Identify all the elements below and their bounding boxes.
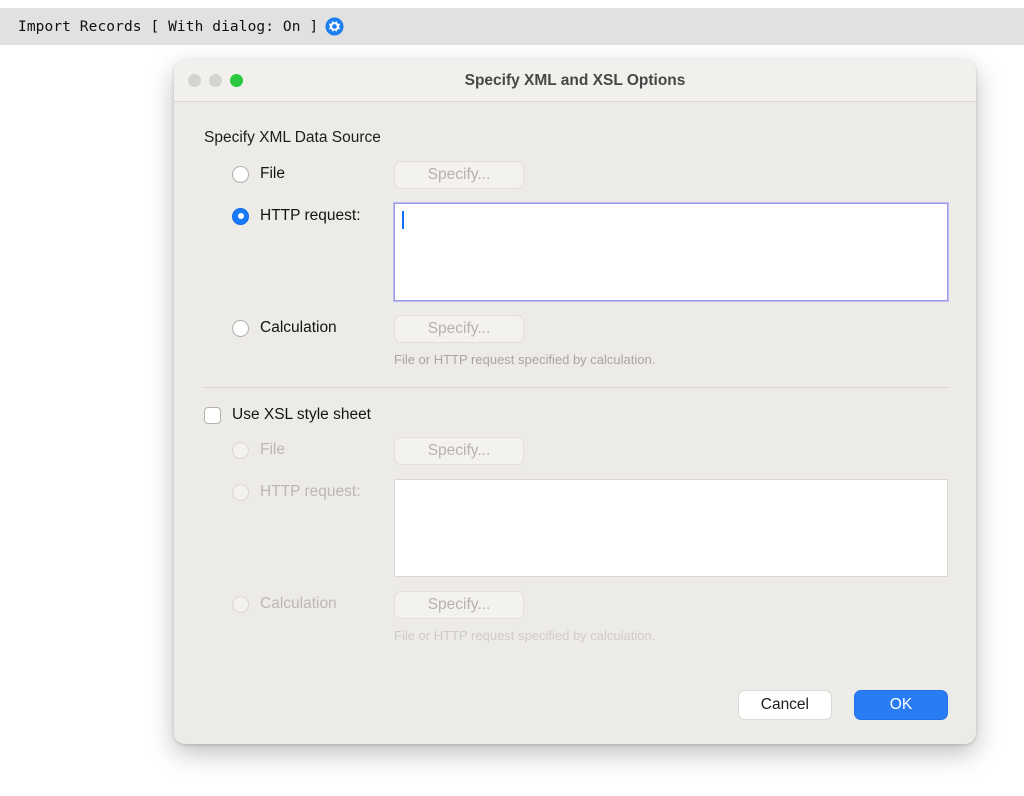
dialog-title: Specify XML and XSL Options [464, 71, 686, 89]
xml-http-radio[interactable] [232, 207, 249, 225]
xml-calculation-radio-group[interactable]: Calculation [202, 315, 394, 341]
gear-icon[interactable] [325, 17, 344, 36]
xml-file-radio[interactable] [232, 165, 249, 183]
xsl-calculation-row: Calculation Specify... [202, 591, 948, 619]
minimize-button[interactable] [209, 74, 222, 87]
use-xsl-style-sheet-checkbox[interactable] [204, 406, 221, 424]
use-xsl-style-sheet-label: Use XSL style sheet [232, 406, 371, 423]
xml-http-request-input[interactable] [394, 203, 948, 301]
script-step-label: Import Records [ With dialog: On ] [18, 18, 319, 35]
section-divider [202, 387, 948, 388]
xsl-calculation-radio [232, 595, 249, 613]
xml-calculation-radio[interactable] [232, 319, 249, 337]
specify-xml-xsl-options-dialog: Specify XML and XSL Options Specify XML … [174, 60, 976, 744]
xml-calculation-hint: File or HTTP request specified by calcul… [394, 352, 656, 367]
xml-http-label: HTTP request: [260, 207, 361, 224]
ok-button[interactable]: OK [854, 690, 948, 720]
xml-http-radio-group[interactable]: HTTP request: [202, 203, 394, 229]
dialog-footer: Cancel OK [737, 690, 948, 720]
xml-file-specify-button[interactable]: Specify... [394, 161, 524, 189]
xsl-file-radio [232, 441, 249, 459]
xml-file-row: File Specify... [202, 161, 948, 189]
xml-calculation-row: Calculation Specify... [202, 315, 948, 343]
xsl-http-request-input [394, 479, 948, 577]
xml-http-row: HTTP request: [202, 203, 948, 301]
xsl-calculation-radio-group: Calculation [202, 591, 394, 617]
dialog-titlebar[interactable]: Specify XML and XSL Options [174, 60, 976, 102]
xsl-file-radio-group: File [202, 437, 394, 463]
xsl-http-radio [232, 483, 249, 501]
dialog-body: Specify XML Data Source File Specify... … [174, 102, 976, 744]
xsl-calculation-hint: File or HTTP request specified by calcul… [394, 628, 656, 643]
script-step-bar: Import Records [ With dialog: On ] [0, 8, 1024, 45]
xml-calculation-specify-button[interactable]: Specify... [394, 315, 524, 343]
zoom-button[interactable] [230, 74, 243, 87]
xml-file-label: File [260, 165, 285, 182]
window-controls [188, 74, 243, 87]
xml-file-radio-group[interactable]: File [202, 161, 394, 187]
xsl-file-specify-button: Specify... [394, 437, 524, 465]
close-button[interactable] [188, 74, 201, 87]
xsl-calculation-specify-button: Specify... [394, 591, 524, 619]
xml-calculation-label: Calculation [260, 319, 337, 336]
xsl-http-label: HTTP request: [260, 483, 361, 500]
xsl-file-row: File Specify... [202, 437, 948, 465]
xml-section-title: Specify XML Data Source [204, 129, 381, 146]
use-xsl-style-sheet-checkbox-group[interactable]: Use XSL style sheet [202, 406, 948, 424]
xsl-http-row: HTTP request: [202, 479, 948, 577]
cancel-button[interactable]: Cancel [737, 690, 832, 720]
xsl-http-radio-group: HTTP request: [202, 479, 394, 505]
text-cursor [402, 211, 404, 229]
xsl-file-label: File [260, 441, 285, 458]
xsl-calculation-label: Calculation [260, 595, 337, 612]
